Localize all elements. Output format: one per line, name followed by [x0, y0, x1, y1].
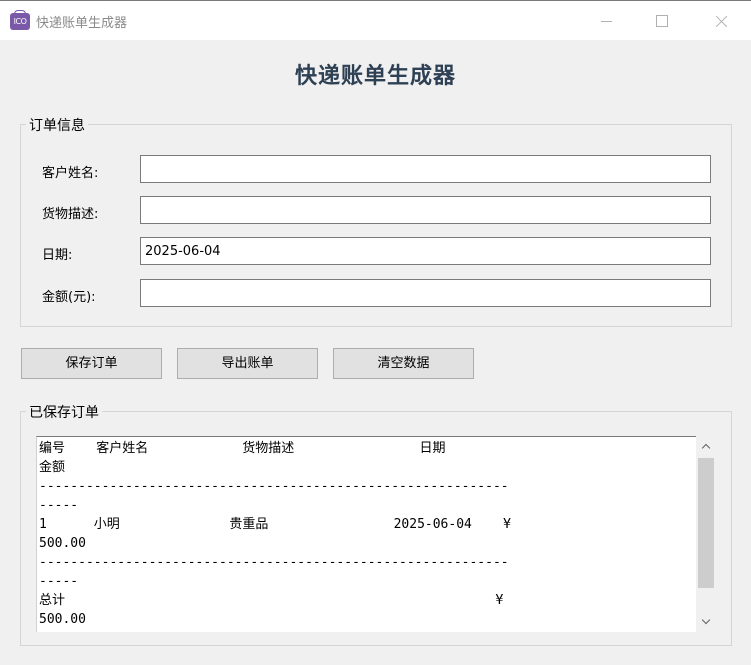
maximize-button[interactable]	[638, 1, 684, 41]
saved-orders-textarea[interactable]: 编号 客户姓名 货物描述 日期 金额 ---------------------…	[36, 436, 696, 632]
customer-name-input[interactable]	[140, 155, 711, 183]
date-label: 日期:	[42, 248, 73, 263]
clear-data-button[interactable]: 清空数据	[333, 348, 474, 379]
saved-orders-text: 编号 客户姓名 货物描述 日期 金额 ---------------------…	[39, 441, 511, 627]
close-button[interactable]	[697, 1, 743, 41]
save-order-button[interactable]: 保存订单	[21, 348, 162, 379]
app-icon: ICO	[10, 10, 30, 30]
amount-label: 金额(元):	[42, 290, 96, 305]
minimize-button[interactable]	[584, 1, 630, 41]
scroll-up-icon[interactable]	[696, 436, 716, 456]
customer-name-label: 客户姓名:	[42, 166, 99, 181]
date-input[interactable]	[140, 237, 711, 265]
scroll-down-icon[interactable]	[696, 612, 716, 632]
amount-input[interactable]	[140, 279, 711, 307]
goods-description-label: 货物描述:	[42, 207, 99, 222]
page-title: 快递账单生成器	[294, 63, 456, 89]
export-bill-button[interactable]: 导出账单	[177, 348, 318, 379]
scroll-thumb[interactable]	[698, 458, 714, 588]
order-info-legend: 订单信息	[26, 115, 88, 135]
goods-description-input[interactable]	[140, 196, 711, 224]
vertical-scrollbar[interactable]	[696, 436, 716, 632]
window-title: 快递账单生成器	[36, 16, 128, 31]
title-bar: ICO 快递账单生成器	[0, 0, 751, 40]
saved-orders-legend: 已保存订单	[26, 402, 102, 422]
